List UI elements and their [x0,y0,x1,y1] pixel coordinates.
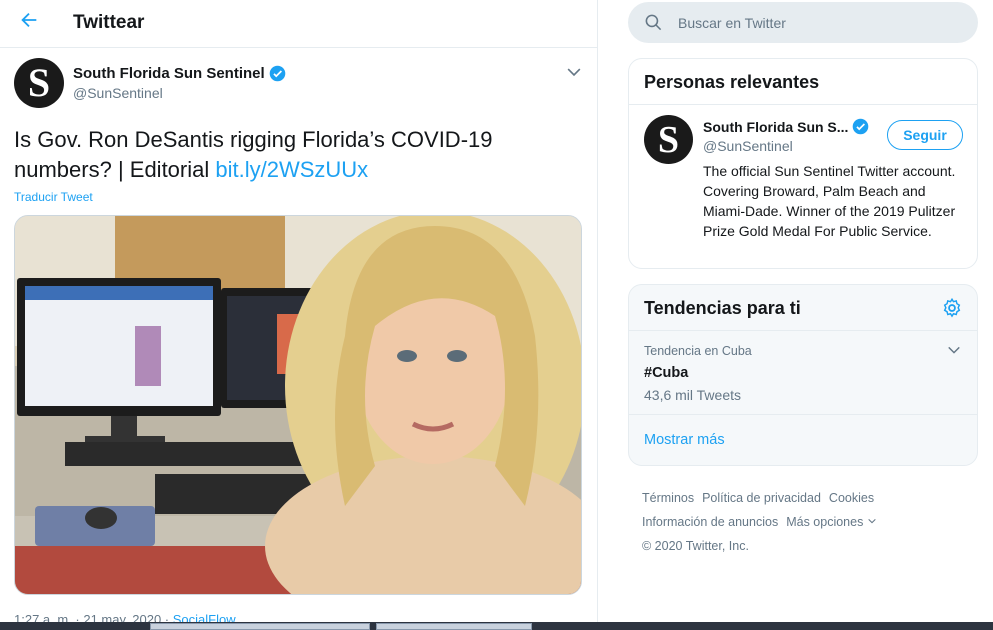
relevant-account-name[interactable]: South Florida Sun S... [703,118,869,135]
translate-tweet-link[interactable]: Traducir Tweet [14,190,93,204]
tweet-author-handle[interactable]: @SunSentinel [73,85,163,101]
search-input[interactable] [678,2,958,43]
page-title: Twittear [73,12,145,33]
relevant-people-card: Personas relevantes S South Florida Sun … [628,58,978,269]
trend-category: Tendencia en Cuba [644,344,752,358]
verified-icon [269,65,285,82]
trend-name: #Cuba [644,365,689,381]
chevron-down-icon[interactable] [945,341,963,359]
relevant-account-bio: The official Sun Sentinel Twitter accoun… [703,163,956,239]
relevant-people-title: Personas relevantes [629,59,977,105]
tweet-text: Is Gov. Ron DeSantis rigging Florida’s C… [14,125,574,185]
search-icon [645,14,662,31]
footer-link-terms[interactable]: Términos [642,491,694,505]
show-more-link[interactable]: Mostrar más [629,415,977,465]
footer-link-cookies[interactable]: Cookies [829,491,874,505]
tweet-photo[interactable] [14,215,582,595]
avatar[interactable]: S [644,115,693,164]
trends-title-text: Tendencias para ti [644,298,801,318]
tweet-author-name: South Florida Sun Sentinel [73,65,265,82]
trends-title: Tendencias para ti [629,285,977,331]
avatar-logo-icon: S [27,60,51,105]
footer-more-options-label: Más opciones [786,515,864,529]
header: Twittear [0,0,597,48]
copyright: © 2020 Twitter, Inc. [642,539,749,553]
chevron-down-icon [868,518,876,524]
avatar[interactable]: S [14,58,64,108]
verified-icon [853,118,869,135]
footer-link-privacy[interactable]: Política de privacidad [702,491,821,505]
taskbar-item[interactable] [376,623,532,630]
relevant-account-name-text: South Florida Sun S... [703,118,849,135]
footer: Términos Política de privacidad Cookies In… [642,486,962,558]
gear-icon[interactable] [941,297,963,319]
os-taskbar [0,622,993,630]
tweet-link[interactable]: bit.ly/2WSzUUx [215,157,368,182]
search-bar[interactable] [628,2,978,43]
trends-card: Tendencias para ti Tendencia en Cuba #Cu… [628,284,978,466]
tweet-author[interactable]: South Florida Sun Sentinel [73,65,286,82]
main-column: Twittear S South Florida Sun Sentinel @S… [0,0,598,630]
taskbar-item[interactable] [150,623,370,630]
chevron-down-icon[interactable] [564,62,584,82]
follow-button[interactable]: Seguir [887,120,963,150]
footer-link-ads-info[interactable]: Información de anuncios [642,515,778,529]
relevant-account-handle[interactable]: @SunSentinel [703,138,793,154]
avatar-logo-icon: S [657,118,680,161]
trend-count: 43,6 mil Tweets [644,387,742,403]
trend-item[interactable]: Tendencia en Cuba #Cuba 43,6 mil Tweets [629,331,977,415]
page: Twittear S South Florida Sun Sentinel @S… [0,0,993,630]
back-arrow-icon[interactable] [18,9,44,35]
footer-link-more-options[interactable]: Más opciones [786,515,877,529]
